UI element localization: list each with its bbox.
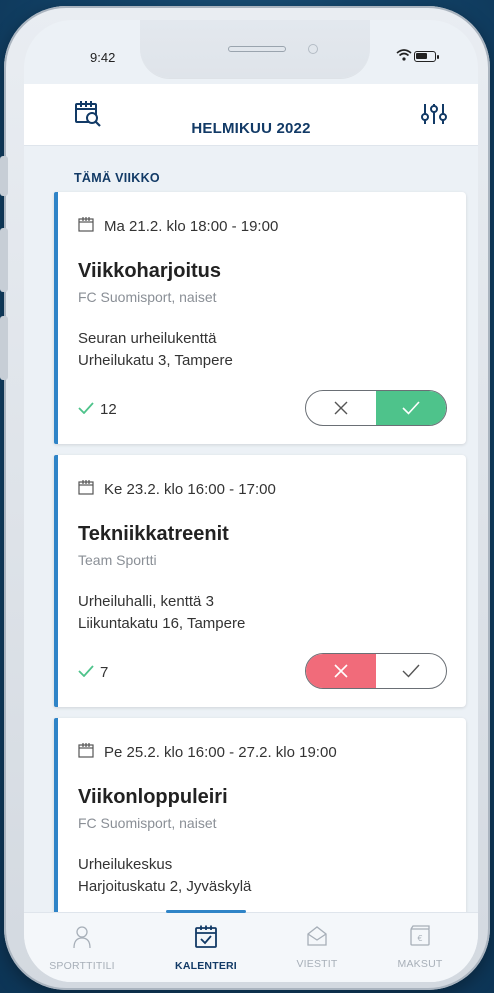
decline-button[interactable] (306, 654, 376, 688)
bottom-tab-bar: SPORTTITILI KALENTERI VIESTIT € MAKSUT (24, 910, 478, 982)
event-organizer: FC Suomisport, naiset (78, 815, 217, 831)
event-name: Tekniikkatreenit (78, 523, 229, 545)
event-card[interactable]: Pe 25.2. klo 16:00 - 27.2. klo 19:00 Vii… (54, 718, 466, 938)
app-header: HELMIKUU 2022 (24, 84, 478, 146)
event-organizer: Team Sportti (78, 552, 157, 568)
calendar-icon (78, 743, 94, 762)
tab-label: SPORTTITILI (49, 960, 115, 972)
event-datetime: Ke 23.2. klo 16:00 - 17:00 (104, 481, 276, 498)
tab-label: MAKSUT (397, 958, 443, 970)
check-icon (402, 401, 420, 415)
event-name: Viikonloppuleiri (78, 786, 228, 808)
event-address: Harjoituskatu 2, Jyväskylä (78, 878, 252, 895)
event-name: Viikkoharjoitus (78, 260, 222, 282)
event-address: Urheilukatu 3, Tampere (78, 352, 233, 369)
active-tab-indicator (166, 910, 246, 913)
tab-maksut[interactable]: € MAKSUT (370, 925, 470, 970)
accept-button[interactable] (376, 391, 446, 425)
side-button-volume-down (0, 316, 8, 380)
event-organizer: FC Suomisport, naiset (78, 289, 217, 305)
tab-label: KALENTERI (175, 960, 237, 972)
check-icon (402, 664, 420, 678)
tab-viestit[interactable]: VIESTIT (267, 925, 367, 970)
calendar-icon (78, 480, 94, 499)
side-button-volume-up (0, 228, 8, 292)
tab-kalenteri[interactable]: KALENTERI (156, 925, 256, 972)
person-icon (72, 926, 92, 953)
check-icon (78, 664, 94, 681)
rsvp-toggle[interactable] (305, 390, 447, 426)
check-icon (78, 401, 94, 418)
svg-text:€: € (417, 934, 422, 943)
calendar-check-icon (194, 925, 218, 953)
side-button-mute (0, 156, 8, 196)
rsvp-toggle[interactable] (305, 653, 447, 689)
phone-frame: 9:42 HELMIKUU 2022 TÄMÄ VIIKKO Ma 21.2. … (0, 6, 490, 990)
event-datetime: Ma 21.2. klo 18:00 - 19:00 (104, 218, 279, 235)
screen: 9:42 HELMIKUU 2022 TÄMÄ VIIKKO Ma 21.2. … (24, 20, 478, 982)
wifi-icon (396, 49, 412, 64)
decline-button[interactable] (306, 391, 376, 425)
attendee-count: 12 (100, 401, 117, 418)
close-icon (334, 401, 348, 415)
attendee-count: 7 (100, 664, 109, 681)
tab-label: VIESTIT (296, 958, 338, 970)
calendar-icon (78, 217, 94, 236)
event-datetime: Pe 25.2. klo 16:00 - 27.2. klo 19:00 (104, 744, 337, 761)
status-time: 9:42 (90, 50, 116, 65)
event-address: Liikuntakatu 16, Tampere (78, 615, 246, 632)
camera (308, 44, 318, 54)
accept-button[interactable] (376, 654, 446, 688)
event-location-name: Urheilukeskus (78, 856, 173, 873)
close-icon (334, 664, 348, 678)
section-title-this-week: TÄMÄ VIIKKO (74, 171, 160, 185)
filter-sliders-icon[interactable] (420, 102, 448, 131)
page-title: HELMIKUU 2022 (191, 120, 311, 137)
wallet-icon: € (409, 925, 431, 951)
envelope-icon (306, 926, 328, 951)
tab-sporttitili[interactable]: SPORTTITILI (32, 925, 132, 972)
event-location-name: Urheiluhalli, kenttä 3 (78, 593, 214, 610)
notch (140, 20, 370, 78)
event-card[interactable]: Ma 21.2. klo 18:00 - 19:00 Viikkoharjoit… (54, 192, 466, 444)
speaker (228, 46, 286, 52)
event-location-name: Seuran urheilukenttä (78, 330, 217, 347)
battery-icon (414, 51, 439, 62)
event-card[interactable]: Ke 23.2. klo 16:00 - 17:00 Tekniikkatree… (54, 455, 466, 707)
